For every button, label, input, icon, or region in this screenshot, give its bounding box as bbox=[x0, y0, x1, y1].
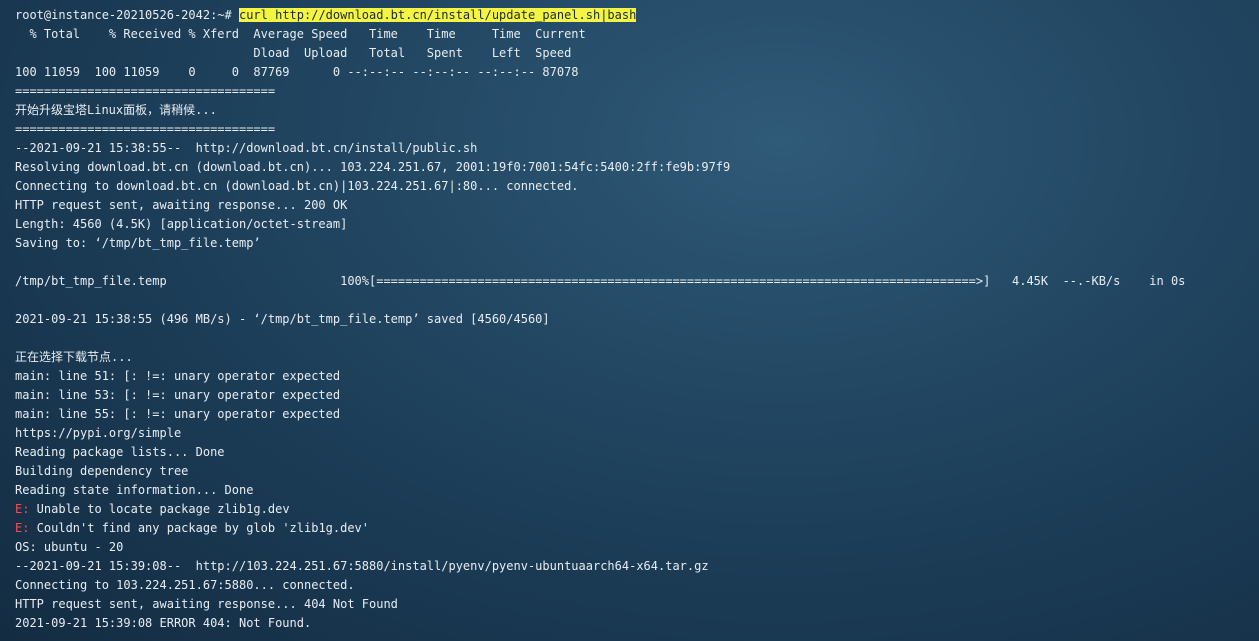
terminal-text: 100 11059 100 11059 0 0 87769 0 --:--:--… bbox=[15, 65, 579, 79]
terminal-line: Resolving download.bt.cn (download.bt.cn… bbox=[15, 158, 1255, 177]
terminal-text: Length: 4560 (4.5K) [application/octet-s… bbox=[15, 217, 348, 231]
terminal-text: HTTP request sent, awaiting response... … bbox=[15, 198, 348, 212]
terminal-line: Reading state information... Done bbox=[15, 481, 1255, 500]
terminal-text: ==================================== bbox=[15, 84, 276, 98]
terminal-line: HTTP request sent, awaiting response... … bbox=[15, 595, 1255, 614]
terminal-line: E: Unable to locate package zlib1g.dev bbox=[15, 500, 1255, 519]
terminal-line: Connecting to download.bt.cn (download.b… bbox=[15, 177, 1255, 196]
terminal-text: --2021-09-21 15:39:08-- http://103.224.2… bbox=[15, 559, 709, 573]
terminal-text: Reading package lists... Done bbox=[15, 445, 225, 459]
terminal-text: Dload Upload Total Spent Left Speed bbox=[15, 46, 572, 60]
terminal-text: 开始升级宝塔Linux面板，请稍候... bbox=[15, 103, 217, 117]
terminal-line: ==================================== bbox=[15, 120, 1255, 139]
terminal-line: % Total % Received % Xferd Average Speed… bbox=[15, 25, 1255, 44]
highlighted-command: curl http://download.bt.cn/install/updat… bbox=[238, 8, 637, 22]
terminal-text: HTTP request sent, awaiting response... … bbox=[15, 597, 398, 611]
terminal-line: Reading package lists... Done bbox=[15, 443, 1255, 462]
terminal-text: 2021-09-21 15:38:55 (496 MB/s) - ‘/tmp/b… bbox=[15, 312, 550, 326]
terminal-line: main: line 55: [: !=: unary operator exp… bbox=[15, 405, 1255, 424]
terminal-line: 正在选择下载节点... bbox=[15, 348, 1255, 367]
terminal-text: 2021-09-21 15:39:08 ERROR 404: Not Found… bbox=[15, 616, 312, 630]
terminal-line: /tmp/bt_tmp_file.temp 100%[=============… bbox=[15, 272, 1255, 291]
terminal-text: main: line 55: [: !=: unary operator exp… bbox=[15, 407, 341, 421]
terminal-line: 100 11059 100 11059 0 0 87769 0 --:--:--… bbox=[15, 63, 1255, 82]
error-prefix: E: bbox=[15, 521, 30, 535]
terminal-text: Building dependency tree bbox=[15, 464, 189, 478]
terminal-text: --2021-09-21 15:38:55-- http://download.… bbox=[15, 141, 478, 155]
terminal-line: Dload Upload Total Spent Left Speed bbox=[15, 44, 1255, 63]
terminal-text: main: line 51: [: !=: unary operator exp… bbox=[15, 369, 341, 383]
terminal-line: 2021-09-21 15:38:55 (496 MB/s) - ‘/tmp/b… bbox=[15, 310, 1255, 329]
terminal-line: Length: 4560 (4.5K) [application/octet-s… bbox=[15, 215, 1255, 234]
terminal-line: https://pypi.org/simple bbox=[15, 424, 1255, 443]
terminal-line: OS: ubuntu - 20 bbox=[15, 538, 1255, 557]
terminal-text: https://pypi.org/simple bbox=[15, 426, 182, 440]
terminal-text: Unable to locate package zlib1g.dev bbox=[29, 502, 290, 516]
terminal-line: E: Couldn't find any package by glob 'zl… bbox=[15, 519, 1255, 538]
terminal-line: Saving to: ‘/tmp/bt_tmp_file.temp’ bbox=[15, 234, 1255, 253]
terminal-line: HTTP request sent, awaiting response... … bbox=[15, 196, 1255, 215]
terminal-line: --2021-09-21 15:38:55-- http://download.… bbox=[15, 139, 1255, 158]
terminal-line: main: line 51: [: !=: unary operator exp… bbox=[15, 367, 1255, 386]
terminal-text: Connecting to 103.224.251.67:5880... con… bbox=[15, 578, 355, 592]
terminal-line: --2021-09-21 15:39:08-- http://103.224.2… bbox=[15, 557, 1255, 576]
terminal-text: 正在选择下载节点... bbox=[15, 350, 133, 364]
terminal-line: 2021-09-21 15:39:08 ERROR 404: Not Found… bbox=[15, 614, 1255, 633]
terminal-text: OS: ubuntu - 20 bbox=[15, 540, 124, 554]
terminal-line: Building dependency tree bbox=[15, 462, 1255, 481]
terminal-text: root@instance-20210526-2042:~# bbox=[15, 8, 239, 22]
terminal-line: main: line 53: [: !=: unary operator exp… bbox=[15, 386, 1255, 405]
error-prefix: E: bbox=[15, 502, 30, 516]
terminal-text: Couldn't find any package by glob 'zlib1… bbox=[29, 521, 370, 535]
terminal-line: ==================================== bbox=[15, 82, 1255, 101]
terminal-output[interactable]: root@instance-20210526-2042:~# curl http… bbox=[15, 6, 1255, 638]
terminal-text: Resolving download.bt.cn (download.bt.cn… bbox=[15, 160, 731, 174]
terminal-text: main: line 53: [: !=: unary operator exp… bbox=[15, 388, 341, 402]
terminal-text: Reading state information... Done bbox=[15, 483, 254, 497]
terminal-text: /tmp/bt_tmp_file.temp 100%[=============… bbox=[15, 274, 1186, 288]
terminal-line: 开始升级宝塔Linux面板，请稍候... bbox=[15, 101, 1255, 120]
terminal-line: Connecting to 103.224.251.67:5880... con… bbox=[15, 576, 1255, 595]
terminal-text: % Total % Received % Xferd Average Speed… bbox=[15, 27, 586, 41]
terminal-text: Connecting to download.bt.cn (download.b… bbox=[15, 179, 579, 193]
terminal-line: root@instance-20210526-2042:~# curl http… bbox=[15, 6, 1255, 25]
terminal-text: Saving to: ‘/tmp/bt_tmp_file.temp’ bbox=[15, 236, 261, 250]
terminal-text: ==================================== bbox=[15, 122, 276, 136]
